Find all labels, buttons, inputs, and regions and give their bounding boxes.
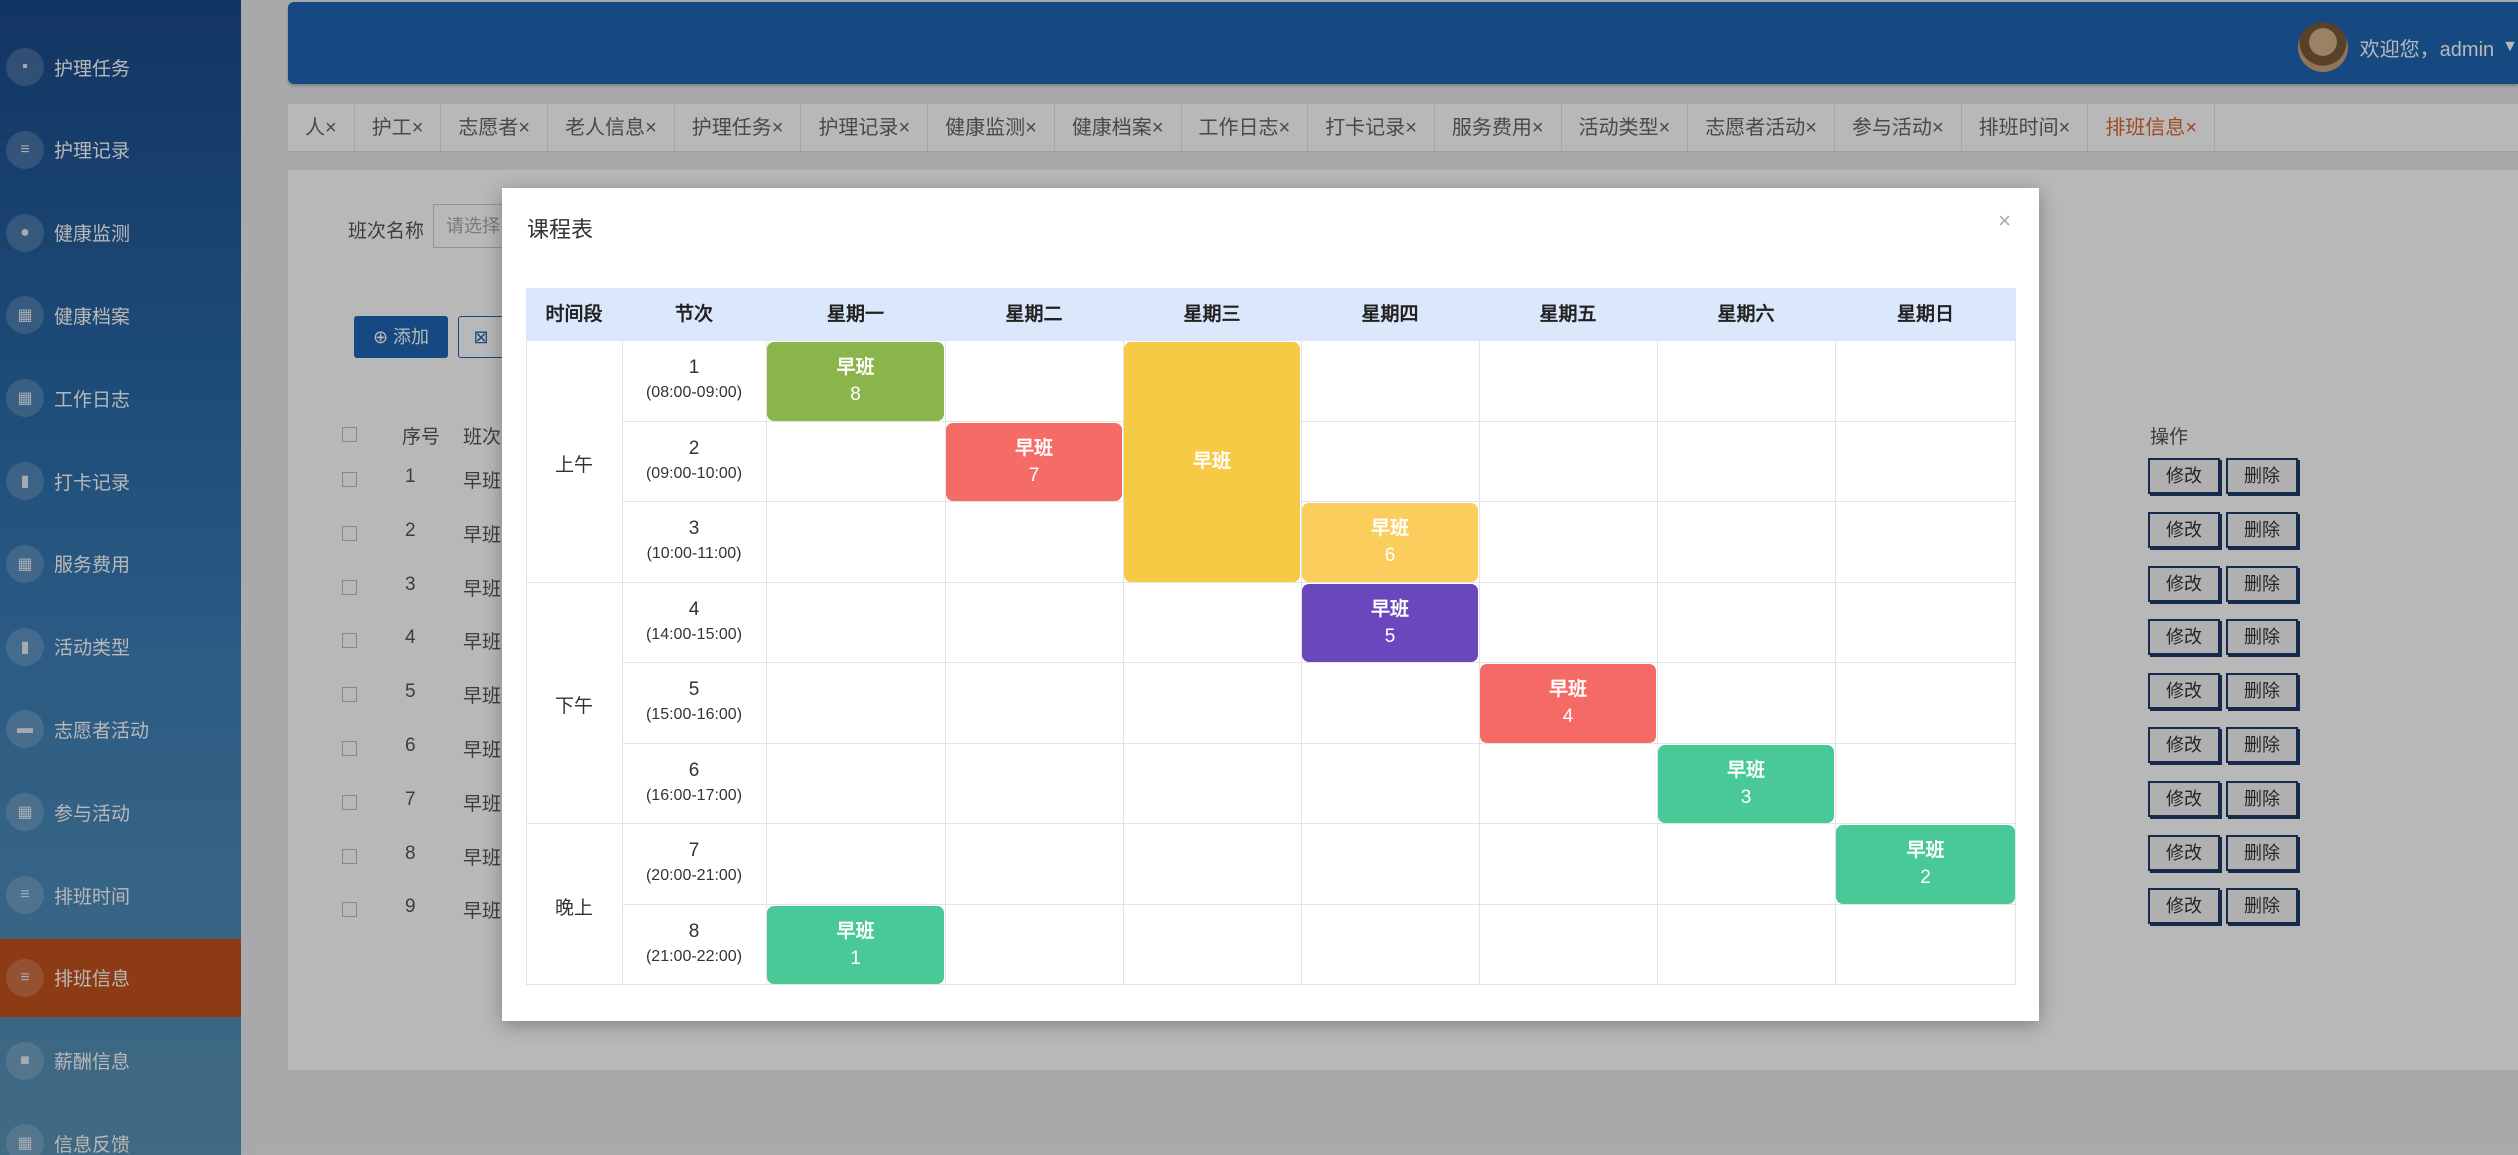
- slot-number: 1: [688, 357, 700, 378]
- schedule-column-header: 星期一: [826, 304, 884, 325]
- shift-block-id: 2: [1920, 867, 1931, 889]
- shift-block-name: 早班: [1726, 759, 1765, 781]
- slot-time: (08:00-09:00): [645, 384, 743, 401]
- shift-block-id: 3: [1740, 786, 1752, 808]
- shift-block-id: 8: [850, 384, 861, 406]
- shift-block-id: 4: [1562, 706, 1574, 728]
- grid-line: [526, 341, 527, 985]
- shift-block-name: 早班: [1192, 451, 1231, 473]
- grid-line: [622, 501, 2016, 502]
- slot-time: (21:00-22:00): [645, 947, 743, 965]
- shift-block-name: 早班: [1370, 598, 1409, 620]
- shift-block-name: 早班: [1014, 437, 1053, 459]
- schedule-header: 时间段 节次 星期一 星期二 星期三 星期四 星期五 星期六 星期日: [526, 288, 2016, 341]
- grid-line: [622, 421, 2016, 422]
- schedule-column-header: 时间段: [545, 304, 603, 325]
- grid-line: [1479, 341, 1480, 985]
- slot-number: 2: [688, 437, 700, 459]
- slot-time: (10:00-11:00): [646, 545, 742, 562]
- shift-block[interactable]: 早班 1: [767, 905, 944, 984]
- modal-title: 课程表: [527, 217, 594, 242]
- grid-line: [622, 662, 2016, 663]
- slot-number: 5: [688, 679, 700, 700]
- shift-block-name: 早班: [836, 920, 875, 942]
- shift-block[interactable]: 早班 7: [946, 422, 1122, 501]
- schedule-column-header: 星期四: [1361, 304, 1419, 325]
- grid-line: [1657, 341, 1658, 985]
- slot-label: 2 (09:00-10:00): [622, 436, 766, 486]
- time-period-label: 晚上: [554, 897, 593, 919]
- grid-line: [526, 823, 2016, 824]
- time-period-label: 下午: [554, 696, 593, 718]
- slot-time: (14:00-15:00): [645, 625, 743, 643]
- slot-number: 6: [688, 759, 700, 781]
- slot-number: 4: [688, 598, 700, 620]
- slot-time: (15:00-16:00): [645, 706, 743, 723]
- shift-block-id: 6: [1384, 545, 1396, 567]
- slot-number: 7: [688, 840, 700, 861]
- slot-time: (09:00-10:00): [645, 464, 743, 482]
- shift-block[interactable]: 早班: [1124, 342, 1300, 582]
- time-period-label: 上午: [554, 454, 593, 476]
- schedule-table: 时间段 节次 星期一 星期二 星期三 星期四 星期五 星期六 星期日 上午下午晚上 1 (08:00…: [526, 288, 2016, 985]
- grid-line: [526, 582, 2016, 583]
- grid-line: [1301, 341, 1302, 985]
- slot-label: 7 (20:00-21:00): [622, 838, 766, 888]
- schedule-column-header: 星期日: [1896, 304, 1954, 325]
- shift-block[interactable]: 早班 2: [1836, 825, 2015, 904]
- slot-label: 5 (15:00-16:00): [622, 677, 766, 727]
- grid-line: [766, 341, 767, 985]
- shift-block-name: 早班: [1548, 679, 1587, 701]
- slot-time: (20:00-21:00): [645, 867, 743, 884]
- shift-block-name: 早班: [1906, 840, 1945, 862]
- shift-block-id: 7: [1028, 464, 1040, 486]
- schedule-column-header: 星期二: [1005, 304, 1063, 325]
- shift-block[interactable]: 早班 8: [767, 342, 944, 421]
- shift-block-id: 5: [1384, 625, 1396, 647]
- grid-line: [526, 984, 2016, 985]
- slot-label: 8 (21:00-22:00): [622, 919, 766, 969]
- shift-block[interactable]: 早班 6: [1302, 503, 1478, 582]
- schedule-column-header: 星期三: [1183, 304, 1241, 325]
- schedule-modal: 课程表 × 时间段 节次 星期一 星期二 星期三 星期四 星期五 星期六 星期日 上午 下午 晚上 1…: [502, 188, 2039, 1021]
- slot-label: 6 (16:00-17:00): [622, 758, 766, 808]
- slot-label: 1 (08:00-09:00): [622, 355, 766, 405]
- schedule-column-header: 节次: [674, 304, 713, 325]
- grid-line: [2015, 341, 2016, 985]
- shift-block[interactable]: 早班 5: [1302, 583, 1478, 662]
- slot-label: 3 (10:00-11:00): [622, 516, 766, 566]
- slot-number: 8: [688, 920, 700, 942]
- shift-block-id: 1: [850, 947, 861, 969]
- slot-number: 3: [688, 518, 700, 539]
- schedule-column-header: 星期六: [1717, 304, 1775, 325]
- slot-label: 4 (14:00-15:00): [622, 597, 766, 647]
- shift-block[interactable]: 早班 4: [1480, 664, 1656, 743]
- shift-block-name: 早班: [1370, 518, 1409, 540]
- slot-time: (16:00-17:00): [645, 786, 743, 804]
- shift-block-name: 早班: [836, 357, 875, 379]
- schedule-column-header: 星期五: [1539, 304, 1597, 325]
- grid-line: [622, 743, 2016, 744]
- grid-line: [622, 904, 2016, 905]
- shift-block[interactable]: 早班 3: [1658, 744, 1834, 823]
